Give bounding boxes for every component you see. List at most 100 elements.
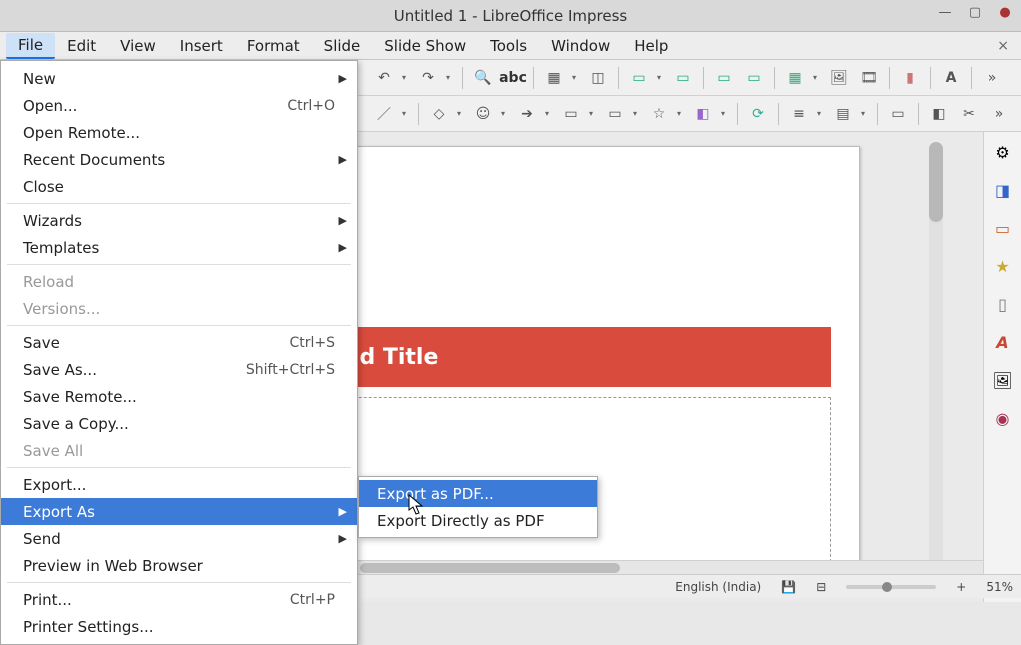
crop-icon[interactable]: ✂ (957, 102, 981, 126)
distribute-icon[interactable]: ▭ (886, 102, 910, 126)
submenu-arrow-icon: ▶ (339, 241, 347, 254)
menu-item-label: Save a Copy... (23, 415, 129, 433)
menu-item-save-a-copy[interactable]: Save a Copy... (1, 410, 357, 437)
menu-item-recent-documents[interactable]: Recent Documents ▶ (1, 146, 357, 173)
menu-item-print[interactable]: Print...Ctrl+P (1, 586, 357, 613)
insert-textbox-icon[interactable]: A (939, 66, 963, 90)
insert-image-icon[interactable]: 🖼 (827, 66, 851, 90)
basic-shapes-icon[interactable]: ◇ (427, 102, 451, 126)
symbol-shapes-icon[interactable]: ☺ (471, 102, 495, 126)
menu-item-printer-settings[interactable]: Printer Settings... (1, 613, 357, 640)
menu-item-label: Export As (23, 503, 95, 521)
menu-slideshow[interactable]: Slide Show (372, 34, 478, 58)
submenu-item-export-directly-as-pdf[interactable]: Export Directly as PDF (359, 507, 597, 534)
start-first-icon[interactable]: ▭ (712, 66, 736, 90)
insert-av-icon[interactable]: 🎞 (857, 66, 881, 90)
menu-item-close[interactable]: Close (1, 173, 357, 200)
menu-item-label: Save All (23, 442, 83, 460)
flowchart-icon[interactable]: ▭ (559, 102, 583, 126)
block-arrows-icon[interactable]: ➔ (515, 102, 539, 126)
undo-icon[interactable]: ↶ (372, 66, 396, 90)
toolbar-overflow-icon[interactable]: » (980, 66, 1004, 90)
file-menu-dropdown: New▶Open...Ctrl+OOpen Remote...Recent Do… (0, 60, 358, 645)
vertical-scrollbar[interactable] (929, 142, 943, 582)
sidebar-animation-icon[interactable]: ★ (991, 254, 1015, 278)
menu-window[interactable]: Window (539, 34, 622, 58)
menu-help[interactable]: Help (622, 34, 680, 58)
arrange-icon[interactable]: ▤ (831, 102, 855, 126)
sidebar-styles-icon[interactable]: A (991, 330, 1015, 354)
sidebar-transition-icon[interactable]: ▭ (991, 216, 1015, 240)
menu-item-export[interactable]: Export... (1, 471, 357, 498)
spellcheck-icon[interactable]: abc (501, 66, 525, 90)
start-current-icon[interactable]: ▭ (742, 66, 766, 90)
display-views-icon[interactable]: ▭ (627, 66, 651, 90)
menu-tools[interactable]: Tools (478, 34, 539, 58)
menu-item-save[interactable]: SaveCtrl+S (1, 329, 357, 356)
status-zoom[interactable]: 51% (986, 580, 1013, 594)
menu-item-label: Print... (23, 591, 72, 609)
sidebar-navigator-icon[interactable]: ◉ (991, 406, 1015, 430)
menu-file[interactable]: File (6, 33, 55, 59)
menu-view[interactable]: View (108, 34, 168, 58)
menu-item-label: Wizards (23, 212, 82, 230)
menu-item-label: Recent Documents (23, 151, 165, 169)
sidebar-settings-icon[interactable]: ⚙ (991, 140, 1015, 164)
stars-icon[interactable]: ☆ (647, 102, 671, 126)
menu-item-wizards[interactable]: Wizards▶ (1, 207, 357, 234)
menu-item-templates[interactable]: Templates▶ (1, 234, 357, 261)
find-icon[interactable]: 🔍 (471, 66, 495, 90)
insert-table-icon[interactable]: ▦ (783, 66, 807, 90)
3d-objects-icon[interactable]: ◧ (691, 102, 715, 126)
minimize-icon[interactable]: — (939, 6, 951, 18)
rotate-icon[interactable]: ⟳ (746, 102, 770, 126)
snap-icon[interactable]: ◫ (586, 66, 610, 90)
align-icon[interactable]: ≡ (787, 102, 811, 126)
menu-item-label: Save Remote... (23, 388, 137, 406)
sidebar-master-icon[interactable]: ▯ (991, 292, 1015, 316)
menu-item-open-remote[interactable]: Open Remote... (1, 119, 357, 146)
toolbar2-overflow-icon[interactable]: » (987, 102, 1011, 126)
submenu-item-export-as-pdf[interactable]: Export as PDF... (359, 480, 597, 507)
hscroll-thumb[interactable] (360, 563, 620, 573)
master-slide-icon[interactable]: ▭ (671, 66, 695, 90)
menu-item-versions: Versions... (1, 295, 357, 322)
callouts-icon[interactable]: ▭ (603, 102, 627, 126)
status-language[interactable]: English (India) (675, 580, 761, 594)
menu-insert[interactable]: Insert (168, 34, 235, 58)
menu-item-save-remote[interactable]: Save Remote... (1, 383, 357, 410)
menu-item-label: Versions... (23, 300, 100, 318)
menu-item-label: Send (23, 530, 61, 548)
menu-item-new[interactable]: New▶ (1, 65, 357, 92)
zoom-slider[interactable] (846, 585, 936, 589)
zoom-in-icon[interactable]: + (956, 580, 966, 594)
sidebar-properties-icon[interactable]: ◨ (991, 178, 1015, 202)
menu-item-send[interactable]: Send▶ (1, 525, 357, 552)
menu-separator (7, 467, 351, 468)
zoom-knob[interactable] (882, 582, 892, 592)
insert-chart-icon[interactable]: ▮ (898, 66, 922, 90)
zoom-fit-icon[interactable]: ⊟ (816, 580, 826, 594)
menu-item-save-as[interactable]: Save As...Shift+Ctrl+S (1, 356, 357, 383)
grid-icon[interactable]: ▦ (542, 66, 566, 90)
menu-item-preview-in-web-browser[interactable]: Preview in Web Browser (1, 552, 357, 579)
menu-slide[interactable]: Slide (312, 34, 373, 58)
menu-format[interactable]: Format (235, 34, 312, 58)
line-icon[interactable]: ／ (372, 102, 396, 126)
menu-item-open[interactable]: Open...Ctrl+O (1, 92, 357, 119)
menu-item-label: Preview in Web Browser (23, 557, 203, 575)
close-window-icon[interactable]: ● (999, 6, 1011, 18)
sidebar-gallery-icon[interactable]: 🖼 (991, 368, 1015, 392)
scroll-thumb[interactable] (929, 142, 943, 222)
menubar: File Edit View Insert Format Slide Slide… (0, 32, 1021, 60)
menu-item-export-as[interactable]: Export As▶ (1, 498, 357, 525)
submenu-arrow-icon: ▶ (339, 153, 347, 166)
window-controls: — ▢ ● (939, 6, 1011, 18)
menu-edit[interactable]: Edit (55, 34, 108, 58)
maximize-icon[interactable]: ▢ (969, 6, 981, 18)
shadow-icon[interactable]: ◧ (927, 102, 951, 126)
document-close-icon[interactable]: × (991, 36, 1015, 56)
status-save-icon[interactable]: 💾 (781, 580, 796, 594)
menu-item-label: Export... (23, 476, 86, 494)
redo-icon[interactable]: ↷ (416, 66, 440, 90)
